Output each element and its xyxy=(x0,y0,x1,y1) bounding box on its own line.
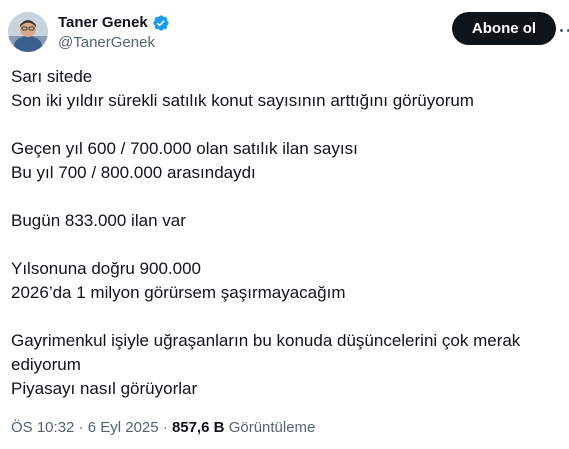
tweet-line: Sarı sitede xyxy=(11,67,93,86)
line-break xyxy=(11,305,556,329)
avatar[interactable] xyxy=(8,12,48,52)
more-options-icon[interactable] xyxy=(560,22,569,38)
meta-separator: · xyxy=(78,419,84,436)
tweet-header: Taner Genek @TanerGenek Abone ol xyxy=(8,10,569,56)
tweet-text: Sarı sitede Son iki yıldır sürekli satılı… xyxy=(11,65,556,401)
author-handle[interactable]: @TanerGenek xyxy=(58,33,170,53)
line-break xyxy=(11,185,556,209)
tweet-date[interactable]: 6 Eyl 2025 xyxy=(88,419,159,436)
tweet-line: Son iki yıldır sürekli satılık konut say… xyxy=(11,91,474,110)
tweet-meta: ÖS 10:32 · 6 Eyl 2025 · 857,6 B Görüntül… xyxy=(11,418,315,438)
tweet-line: ediyorum xyxy=(11,355,81,374)
follow-button[interactable]: Abone ol xyxy=(452,12,556,45)
verified-badge-icon[interactable] xyxy=(152,14,170,32)
line-break xyxy=(11,113,556,137)
tweet-line: Gayrimenkul işiyle uğraşanların bu konud… xyxy=(11,331,521,350)
tweet-line: Yılsonuna doğru 900.000 xyxy=(11,259,201,278)
tweet-line: Piyasayı nasıl görüyorlar xyxy=(11,379,198,398)
tweet-card: Taner Genek @TanerGenek Abone ol Sarı si… xyxy=(0,0,569,449)
author-display-name[interactable]: Taner Genek xyxy=(58,13,148,33)
tweet-line: Geçen yıl 600 / 700.000 olan satılık ila… xyxy=(11,139,358,158)
tweet-line: Bugün 833.000 ilan var xyxy=(11,211,186,230)
author-info: Taner Genek @TanerGenek xyxy=(58,13,170,53)
views-label: Görüntüleme xyxy=(228,419,316,436)
tweet-time[interactable]: ÖS 10:32 xyxy=(11,419,74,436)
tweet-line: Bu yıl 700 / 800.000 arasındaydı xyxy=(11,163,256,182)
avatar-image xyxy=(8,12,48,52)
tweet-line: 2026’da 1 milyon görürsem şaşırmayacağım xyxy=(11,283,346,302)
views-count: 857,6 B xyxy=(171,419,225,436)
line-break xyxy=(11,233,556,257)
meta-separator: · xyxy=(162,419,168,436)
